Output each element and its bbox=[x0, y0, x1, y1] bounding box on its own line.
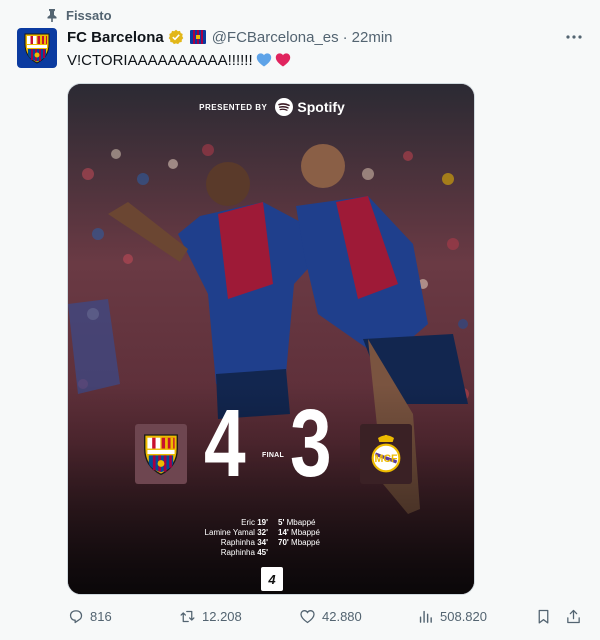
more-icon bbox=[566, 35, 582, 39]
tweet-media[interactable]: PRESENTED BY Spotify MCF 4 FINAL 3 Eric … bbox=[67, 83, 475, 595]
red-heart-icon bbox=[275, 53, 290, 67]
fcb-crest-small bbox=[24, 33, 50, 64]
home-scorer-row: Raphinha 45' bbox=[220, 548, 268, 557]
league-logo: 4 bbox=[261, 567, 283, 591]
share-icon bbox=[567, 609, 580, 623]
like-button[interactable]: 42.880 bbox=[299, 606, 362, 626]
bookmark-icon bbox=[538, 609, 549, 624]
home-scorer-row: Eric 19' bbox=[241, 518, 268, 527]
reply-count: 816 bbox=[90, 608, 112, 624]
tweet-body: V!CTORIAAAAAAAAAA!!!!!! bbox=[67, 51, 253, 69]
home-scorers: Eric 19' Lamine Yamal 32' Raphinha 34' R… bbox=[178, 518, 268, 558]
home-scorer-row: Raphinha 34' bbox=[220, 538, 268, 547]
home-scorer-row: Lamine Yamal 32' bbox=[204, 528, 268, 537]
tweet[interactable]: Fissato FC Barcelona @FCBarcelona_es · 2… bbox=[0, 0, 600, 640]
home-team-crest bbox=[135, 424, 187, 484]
pinned-label: Fissato bbox=[66, 7, 112, 23]
reply-icon bbox=[69, 609, 83, 623]
author-handle[interactable]: @FCBarcelona_es bbox=[212, 29, 339, 46]
bookmark-button[interactable] bbox=[535, 606, 552, 626]
spotify-logo: Spotify bbox=[275, 98, 345, 116]
away-team-crest: MCF bbox=[360, 424, 412, 484]
like-count: 42.880 bbox=[322, 608, 362, 624]
pin-icon bbox=[47, 9, 57, 22]
avatar[interactable] bbox=[17, 28, 57, 68]
views-count: 508.820 bbox=[440, 608, 487, 624]
presented-by-label: PRESENTED BY bbox=[199, 102, 268, 112]
away-scorers: 5' Mbappé 14' Mbappé 70' Mbappé bbox=[278, 518, 368, 548]
tweet-actions: 816 12.208 42.880 508.820 bbox=[67, 606, 587, 626]
svg-text:MCF: MCF bbox=[374, 453, 398, 465]
retweet-button[interactable]: 12.208 bbox=[179, 606, 242, 626]
retweet-count: 12.208 bbox=[202, 608, 242, 624]
match-photo bbox=[68, 84, 474, 594]
reply-button[interactable]: 816 bbox=[67, 606, 112, 626]
views-icon bbox=[419, 610, 432, 623]
away-score: 3 bbox=[290, 390, 332, 497]
views-button[interactable]: 508.820 bbox=[417, 606, 487, 626]
flag-icon bbox=[189, 30, 206, 44]
home-score: 4 bbox=[204, 390, 246, 497]
tweet-header: FC Barcelona @FCBarcelona_es · 22min bbox=[67, 27, 393, 47]
away-scorer-row: 70' Mbappé bbox=[278, 538, 320, 547]
pinned-indicator: Fissato bbox=[46, 6, 112, 24]
more-options-button[interactable] bbox=[564, 27, 584, 47]
retweet-icon bbox=[180, 610, 195, 622]
tweet-text: V!CTORIAAAAAAAAAA!!!!!! bbox=[67, 50, 291, 70]
away-scorer-row: 5' Mbappé bbox=[278, 518, 316, 527]
separator-dot: · bbox=[342, 28, 348, 46]
tweet-timestamp[interactable]: 22min bbox=[352, 29, 393, 46]
fcb-crest-icon bbox=[144, 434, 178, 476]
like-icon bbox=[300, 609, 315, 623]
spotify-icon bbox=[275, 98, 294, 116]
sponsor-banner: PRESENTED BY Spotify bbox=[68, 98, 474, 116]
share-button[interactable] bbox=[565, 606, 582, 626]
final-label: FINAL bbox=[262, 452, 285, 459]
blue-heart-icon bbox=[256, 53, 271, 67]
verified-badge-icon bbox=[168, 29, 184, 45]
spotify-wordmark: Spotify bbox=[297, 99, 345, 115]
away-scorer-row: 14' Mbappé bbox=[278, 528, 320, 537]
author-name[interactable]: FC Barcelona bbox=[67, 29, 164, 46]
real-madrid-crest-icon: MCF bbox=[371, 434, 401, 473]
